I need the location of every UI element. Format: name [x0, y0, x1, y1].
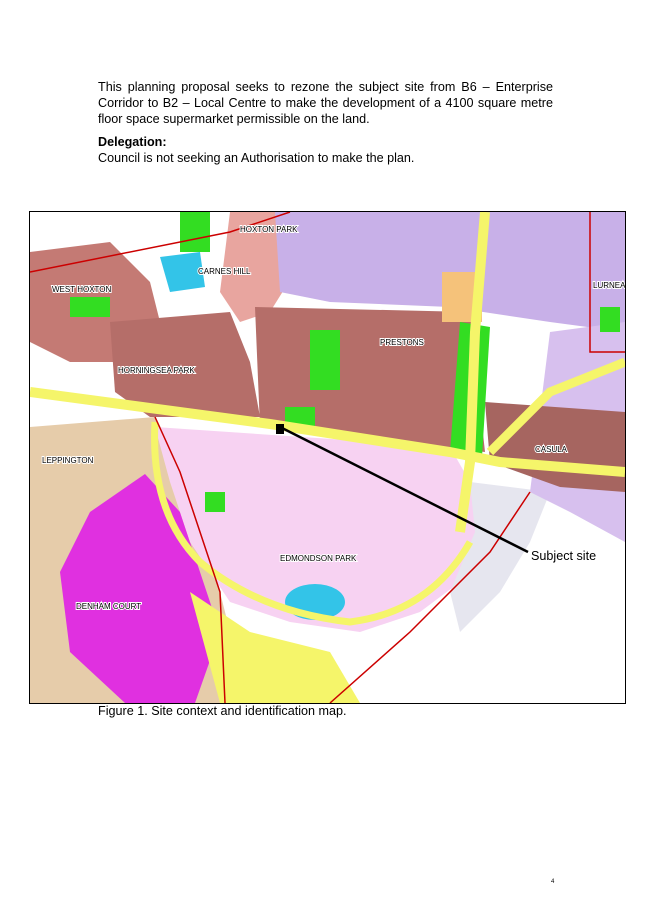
open-space-2 — [310, 330, 340, 390]
label-edmondson-park: EDMONDSON PARK — [280, 554, 357, 563]
delegation-text: Council is not seeking an Authorisation … — [98, 151, 415, 165]
intro-paragraph: This planning proposal seeks to rezone t… — [98, 80, 553, 126]
label-west-hoxton: WEST HOXTON — [52, 285, 111, 294]
subject-site-label: Subject site — [531, 549, 597, 563]
figure-caption: Figure 1. Site context and identificatio… — [98, 704, 347, 718]
label-horningsea-park: HORNINGSEA PARK — [118, 366, 195, 375]
open-space-6 — [600, 307, 620, 332]
open-space-4 — [70, 297, 110, 317]
delegation-heading: Delegation: — [98, 135, 167, 149]
label-lurnea: LURNEA — [593, 281, 625, 290]
label-leppington: LEPPINGTON — [42, 456, 94, 465]
label-hoxton-park: HOXTON PARK — [240, 225, 298, 234]
open-space-3 — [180, 212, 210, 252]
label-denham-court: DENHAM COURT — [76, 602, 141, 611]
open-space-5 — [205, 492, 225, 512]
label-prestons: PRESTONS — [380, 338, 424, 347]
label-casula: CASULA — [535, 445, 568, 454]
page-number: 4 — [551, 879, 555, 885]
site-context-map: HOXTON PARK CARNES HILL WEST HOXTON LURN… — [29, 211, 626, 704]
label-carnes-hill: CARNES HILL — [198, 267, 251, 276]
